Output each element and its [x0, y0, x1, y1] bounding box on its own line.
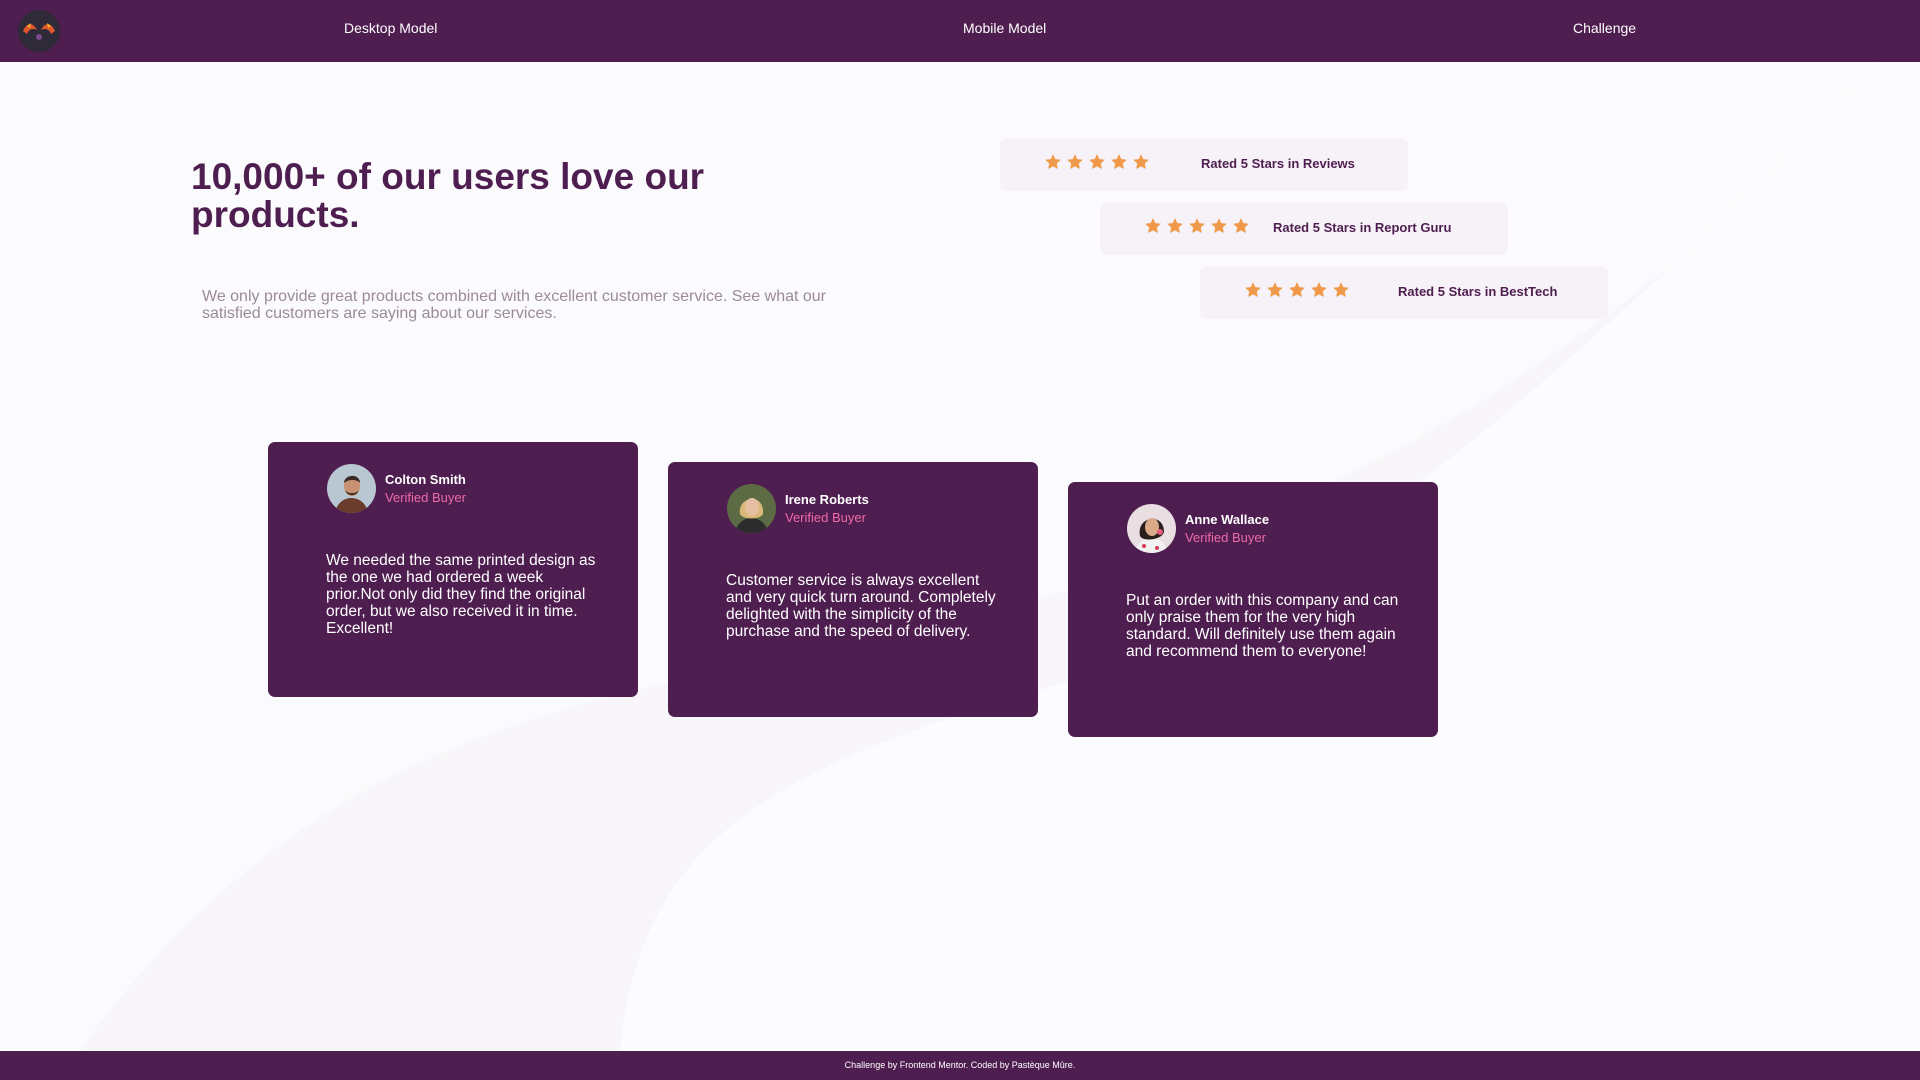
top-nav-bar: Desktop Model Mobile Model Challenge — [0, 0, 1920, 62]
footer-attribution: Challenge by Frontend Mentor. Coded by P… — [844, 1060, 1076, 1070]
star-icon — [1266, 281, 1284, 299]
reviewer-name: Anne Wallace — [1185, 512, 1270, 527]
reviewer-status: Verified Buyer — [1185, 530, 1266, 545]
testimonial-card: Irene Roberts Verified Buyer Customer se… — [668, 462, 1038, 717]
nav-link-mobile-model[interactable]: Mobile Model — [963, 20, 1046, 36]
rating-besttech: Rated 5 Stars in BestTech — [1200, 266, 1608, 319]
star-icon — [1066, 153, 1084, 171]
star-icon — [1088, 153, 1106, 171]
reviewer-status: Verified Buyer — [785, 510, 866, 525]
star-icon — [1232, 217, 1250, 235]
avatar — [727, 484, 776, 533]
rating-report-guru: Rated 5 Stars in Report Guru — [1100, 202, 1508, 255]
star-rating — [1044, 153, 1150, 173]
testimonial-quote: Customer service is always excellent and… — [726, 572, 996, 640]
star-icon — [1132, 153, 1150, 171]
star-icon — [1332, 281, 1350, 299]
reviewer-name: Irene Roberts — [785, 492, 869, 507]
testimonial-card: Anne Wallace Verified Buyer Put an order… — [1068, 482, 1438, 737]
star-icon — [1210, 217, 1228, 235]
nav-link-challenge[interactable]: Challenge — [1573, 20, 1636, 36]
star-rating — [1244, 281, 1350, 301]
reviewer-status: Verified Buyer — [385, 490, 466, 505]
rating-label: Rated 5 Stars in Reviews — [1201, 156, 1355, 171]
star-icon — [1110, 153, 1128, 171]
rating-reviews: Rated 5 Stars in Reviews — [1000, 138, 1408, 191]
hero-title: 10,000+ of our users love our products. — [191, 156, 705, 235]
avatar — [327, 464, 376, 513]
hero-description: We only provide great products combined … — [202, 288, 827, 322]
star-icon — [1188, 217, 1206, 235]
logo-icon[interactable] — [18, 10, 60, 52]
star-icon — [1310, 281, 1328, 299]
reviewer-name: Colton Smith — [385, 472, 466, 487]
testimonial-card: Colton Smith Verified Buyer We needed th… — [268, 442, 638, 697]
rating-label: Rated 5 Stars in BestTech — [1398, 284, 1558, 299]
star-icon — [1166, 217, 1184, 235]
star-rating — [1144, 217, 1250, 237]
star-icon — [1288, 281, 1306, 299]
avatar — [1127, 504, 1176, 553]
star-icon — [1244, 281, 1262, 299]
testimonial-quote: Put an order with this company and can o… — [1126, 592, 1399, 660]
testimonial-quote: We needed the same printed design as the… — [326, 552, 596, 637]
rating-label: Rated 5 Stars in Report Guru — [1273, 220, 1452, 235]
nav-link-desktop-model[interactable]: Desktop Model — [344, 20, 437, 36]
footer: Challenge by Frontend Mentor. Coded by P… — [0, 1051, 1920, 1080]
star-icon — [1144, 217, 1162, 235]
star-icon — [1044, 153, 1062, 171]
